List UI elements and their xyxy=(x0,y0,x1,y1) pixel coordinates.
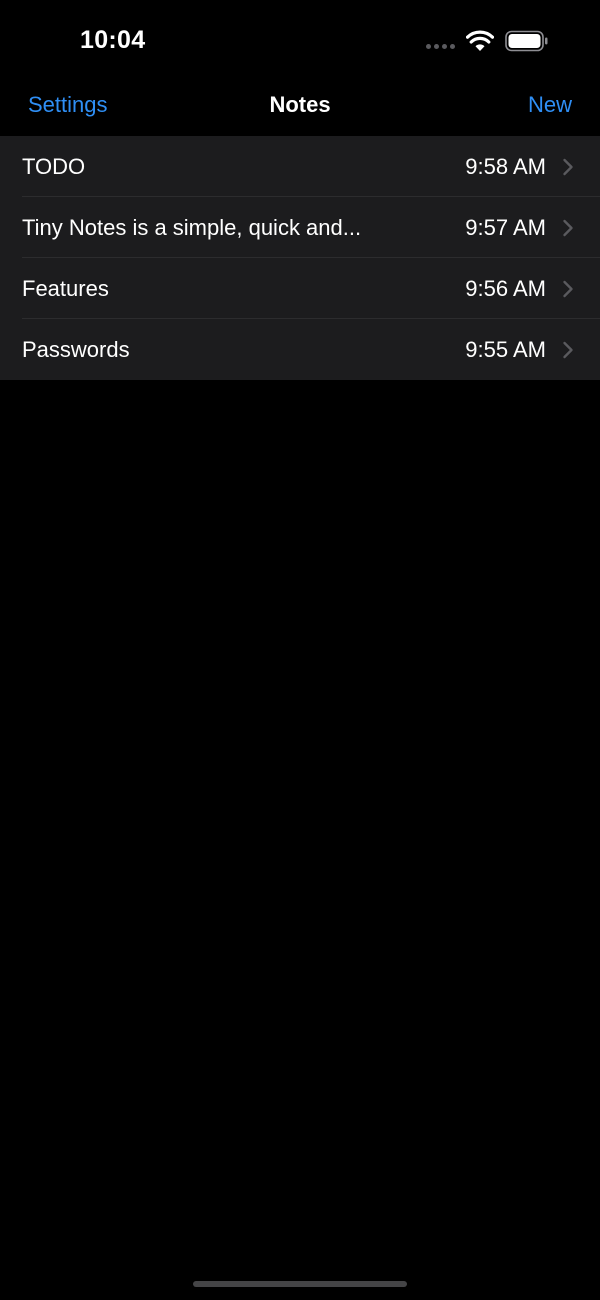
wifi-icon xyxy=(466,30,494,51)
list-item[interactable]: TODO 9:58 AM xyxy=(0,136,600,197)
battery-icon xyxy=(505,30,548,52)
notes-list: TODO 9:58 AM Tiny Notes is a simple, qui… xyxy=(0,136,600,380)
list-item[interactable]: Passwords 9:55 AM xyxy=(0,319,600,380)
chevron-right-icon xyxy=(563,158,573,176)
notes-screen: 10:04 Settings Notes New TODO 9:58 AM Ti… xyxy=(0,0,600,1300)
chevron-right-icon xyxy=(563,219,573,237)
chevron-right-icon xyxy=(563,280,573,298)
page-title: Notes xyxy=(269,92,331,117)
home-indicator[interactable] xyxy=(193,1281,407,1287)
note-title: Tiny Notes is a simple, quick and... xyxy=(22,215,362,240)
chevron-right-icon xyxy=(563,341,573,359)
note-title: Features xyxy=(22,276,109,301)
new-note-button[interactable]: New xyxy=(528,92,572,118)
list-item[interactable]: Tiny Notes is a simple, quick and... 9:5… xyxy=(0,197,600,258)
note-time: 9:55 AM xyxy=(465,337,546,362)
note-title: Passwords xyxy=(22,337,130,362)
status-bar: 10:04 xyxy=(0,0,600,80)
note-time: 9:57 AM xyxy=(465,215,546,240)
note-time: 9:56 AM xyxy=(465,276,546,301)
note-title: TODO xyxy=(22,154,86,179)
signal-dots-icon xyxy=(426,44,455,49)
list-item[interactable]: Features 9:56 AM xyxy=(0,258,600,319)
navigation-bar: Settings Notes New xyxy=(0,80,600,136)
status-time: 10:04 xyxy=(80,26,146,54)
note-time: 9:58 AM xyxy=(465,154,546,179)
